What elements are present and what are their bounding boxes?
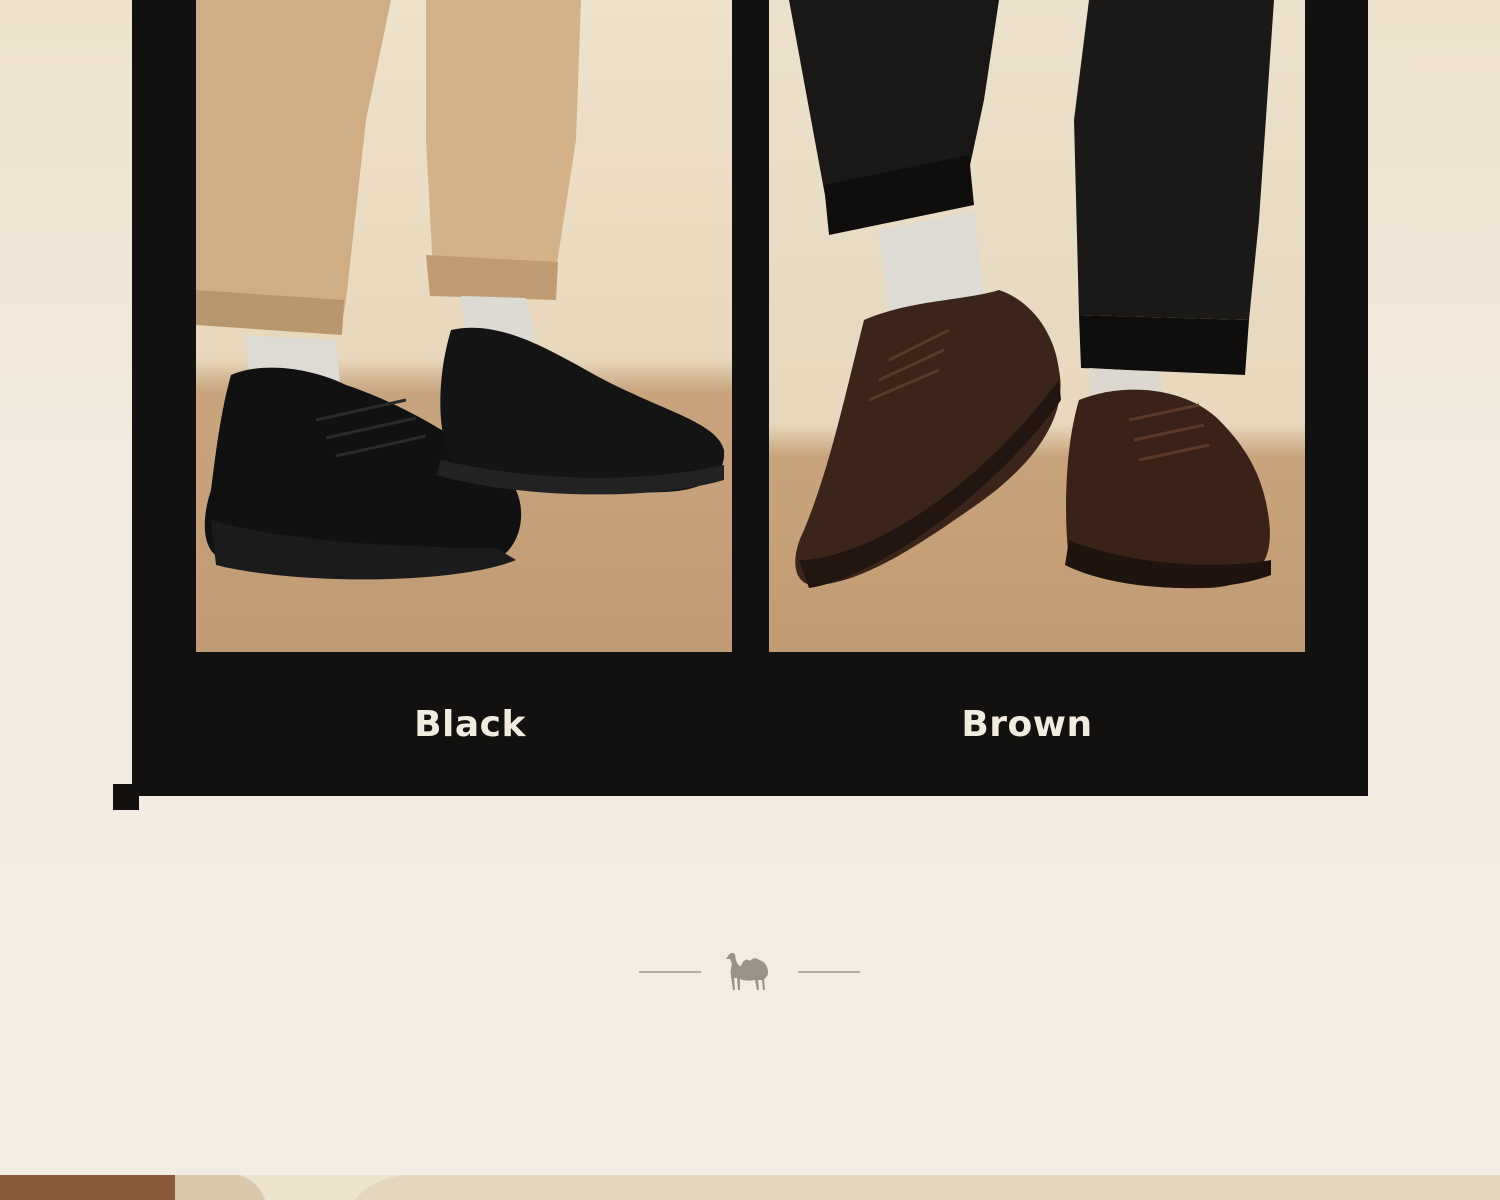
product-photo-black[interactable] <box>196 0 732 652</box>
variant-label-brown: Brown <box>961 704 1093 745</box>
decorative-corner-block <box>113 784 139 810</box>
brown-shoes-illustration <box>789 0 1274 589</box>
black-shoes-illustration <box>196 0 725 580</box>
product-photo-brown[interactable] <box>769 0 1305 652</box>
next-section-preview <box>0 1175 1500 1200</box>
variant-label-black: Black <box>414 704 526 745</box>
divider-right <box>798 971 860 973</box>
camel-logo-icon <box>722 946 774 994</box>
divider-left <box>639 971 701 973</box>
